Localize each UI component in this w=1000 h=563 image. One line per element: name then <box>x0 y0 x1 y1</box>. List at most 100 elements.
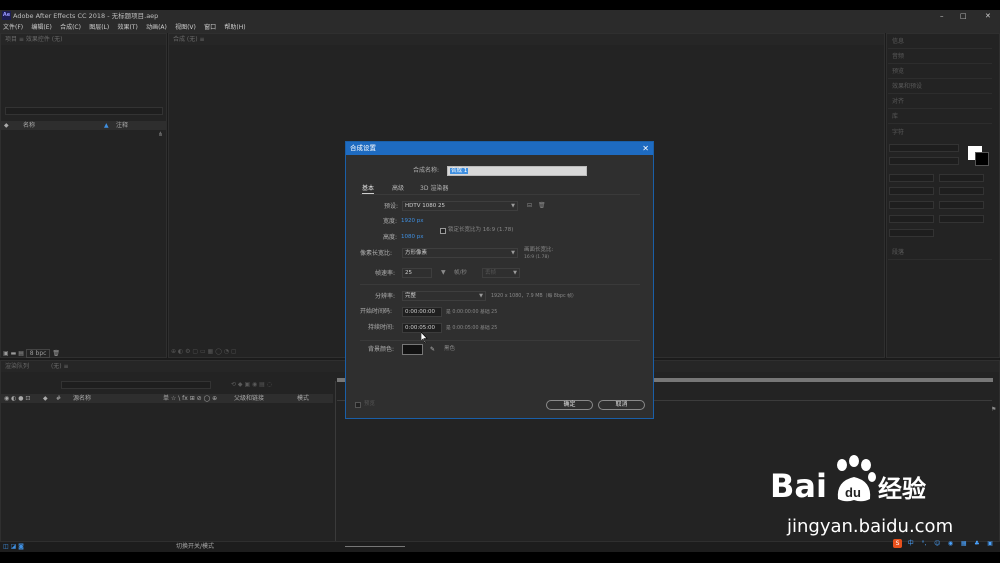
vertical-scale-field[interactable] <box>889 215 934 223</box>
panel-paragraph[interactable]: 段落 <box>888 246 992 260</box>
timeline-switch-icons[interactable]: ⟲ ◆ ▣ ◉ ▤ ◌ <box>231 381 272 388</box>
sort-icon: ▲ <box>104 122 109 129</box>
timeline-footer: ◫ ◪ ◙ 切换开关/模式 <box>0 542 1000 552</box>
preset-select[interactable]: HDTV 1080 25 ▼ <box>402 201 518 211</box>
drop-frame-select[interactable]: 丢帧 ▼ <box>482 268 520 278</box>
column-parent-link[interactable]: 父级和链接 <box>234 394 264 403</box>
comp-marker-icon[interactable]: ⚑ <box>991 405 996 414</box>
ime-mic-icon[interactable]: ◉ <box>946 539 955 548</box>
delete-preset-icon[interactable]: 🗑 <box>538 201 546 210</box>
ime-emoji-icon[interactable]: ☺ <box>933 539 942 548</box>
magnify-icon[interactable]: ⊕ ◐ ⚙ ▢ ▭ ▦ ◯ ◔ ▢ <box>171 348 237 355</box>
height-value[interactable]: 1080 px <box>401 233 424 242</box>
panel-effects-presets[interactable]: 效果和预设 <box>888 80 992 94</box>
menu-animation[interactable]: 动画(A) <box>146 22 167 33</box>
mouse-cursor-icon <box>421 332 428 343</box>
tab-render-queue[interactable]: 渲染队列 <box>5 363 29 370</box>
column-name[interactable]: 名称 <box>23 121 35 130</box>
duration-value: 0:00:05:00 <box>405 325 436 331</box>
ime-tools-icon[interactable]: ▣ <box>986 539 995 548</box>
stroke-type-select[interactable] <box>939 201 984 209</box>
menu-composition[interactable]: 合成(C) <box>60 22 81 33</box>
font-size-field[interactable] <box>889 174 934 182</box>
ok-button[interactable]: 确定 <box>546 400 593 410</box>
new-folder-icon[interactable]: ▬ <box>11 350 17 357</box>
panel-character[interactable]: 字符 <box>888 126 992 140</box>
start-timecode-input[interactable]: 0:00:00:00 <box>402 307 442 317</box>
column-mode[interactable]: 模式 <box>297 394 309 403</box>
eyedropper-icon[interactable]: ✎ <box>430 345 435 354</box>
panel-align[interactable]: 对齐 <box>888 95 992 109</box>
panel-library[interactable]: 库 <box>888 110 992 124</box>
preview-checkbox[interactable] <box>355 402 361 408</box>
stroke-color-swatch[interactable] <box>975 152 989 166</box>
frame-rate-input[interactable]: 25 <box>402 268 432 278</box>
panel-audio[interactable]: 音频 <box>888 50 992 64</box>
resolution-label: 分辨率: <box>375 293 396 300</box>
comp-view-controls: ⊕ ◐ ⚙ ▢ ▭ ▦ ◯ ◔ ▢ <box>171 348 341 358</box>
minimize-button[interactable]: – <box>940 11 944 21</box>
number-column: # <box>56 395 62 402</box>
font-style-select[interactable] <box>889 157 959 165</box>
tracking-field[interactable] <box>939 187 984 195</box>
toggle-switches-modes[interactable]: 切换开关/模式 <box>176 542 214 552</box>
comp-name-input[interactable]: 合成 1 <box>447 166 587 176</box>
timeline-search-input[interactable] <box>61 381 211 389</box>
resolution-select[interactable]: 完整 ▼ <box>402 291 486 301</box>
ime-chinese-icon[interactable]: 中 <box>906 539 915 548</box>
menu-view[interactable]: 视图(V) <box>175 22 196 33</box>
section-divider <box>360 284 640 285</box>
lock-ratio-checkbox[interactable] <box>440 228 446 234</box>
ime-punct-icon[interactable]: °, <box>919 539 928 548</box>
tab-basic[interactable]: 基本 <box>362 184 375 194</box>
menu-file[interactable]: 文件(F) <box>3 22 23 33</box>
close-window-button[interactable]: ✕ <box>985 11 991 21</box>
menu-window[interactable]: 窗口 <box>204 22 216 33</box>
background-color-swatch[interactable] <box>402 344 423 355</box>
panel-preview[interactable]: 预览 <box>888 65 992 79</box>
tab-3d-renderer[interactable]: 3D 渲染器 <box>420 184 448 193</box>
flowchart-icon[interactable]: ⋔ <box>158 130 163 139</box>
kerning-field[interactable] <box>889 187 934 195</box>
zoom-slider[interactable] <box>345 546 405 547</box>
stroke-width-field[interactable] <box>889 201 934 209</box>
project-search-input[interactable] <box>5 107 163 115</box>
ime-keyboard-icon[interactable]: ▦ <box>959 539 968 548</box>
new-comp-icon[interactable]: ▤ <box>18 350 24 357</box>
watermark-brand: Bai <box>770 467 827 505</box>
leading-field[interactable] <box>939 174 984 182</box>
width-value[interactable]: 1920 px <box>401 217 424 226</box>
paw-du-text: du <box>845 485 861 500</box>
dialog-close-icon[interactable]: ✕ <box>642 142 649 155</box>
pixel-aspect-select[interactable]: 方形像素 ▼ <box>402 248 518 258</box>
horizontal-scale-field[interactable] <box>939 215 984 223</box>
ime-skin-icon[interactable]: ♣ <box>972 539 981 548</box>
cancel-button[interactable]: 取消 <box>598 400 645 410</box>
save-preset-icon[interactable]: ⊟ <box>527 201 532 210</box>
lock-ratio-label: 锁定长宽比为 16:9 (1.78) <box>448 227 514 233</box>
frame-rate-label: 帧速率: <box>375 270 396 277</box>
preset-value: HDTV 1080 25 <box>405 203 445 209</box>
project-panel-tabs[interactable]: 项目 ≡ 效果控件 (无) <box>1 34 166 45</box>
menu-help[interactable]: 帮助(H) <box>224 22 245 33</box>
composition-tab[interactable]: 合成 (无) ≡ <box>169 34 884 45</box>
interpret-footage-icon[interactable]: ▣ <box>3 350 9 357</box>
panel-info[interactable]: 信息 <box>888 35 992 49</box>
footer-icons[interactable]: ◫ ◪ ◙ <box>3 542 24 552</box>
column-comment[interactable]: 注释 <box>116 121 128 130</box>
menu-layer[interactable]: 图层(L) <box>89 22 109 33</box>
baseline-shift-field[interactable] <box>889 229 934 237</box>
column-source-name[interactable]: 源名称 <box>73 394 91 403</box>
sogou-ime-icon[interactable]: S <box>893 539 902 548</box>
maximize-button[interactable]: □ <box>960 11 967 21</box>
pixel-aspect-label: 像素长宽比: <box>360 250 393 257</box>
menu-effect[interactable]: 效果(T) <box>117 22 137 33</box>
tab-advanced[interactable]: 高级 <box>392 184 404 193</box>
menu-edit[interactable]: 编辑(E) <box>31 22 51 33</box>
tab-timeline-none[interactable]: (无) ≡ <box>51 363 69 370</box>
column-switches[interactable]: 单 ☆ \ fx ⊞ ⊘ ◯ ⊕ <box>163 394 217 403</box>
frame-rate-dropdown-icon[interactable]: ▼ <box>441 268 446 277</box>
trash-icon[interactable]: 🗑 <box>52 350 60 357</box>
font-family-select[interactable] <box>889 144 959 152</box>
bpc-toggle[interactable]: 8 bpc <box>25 349 51 358</box>
